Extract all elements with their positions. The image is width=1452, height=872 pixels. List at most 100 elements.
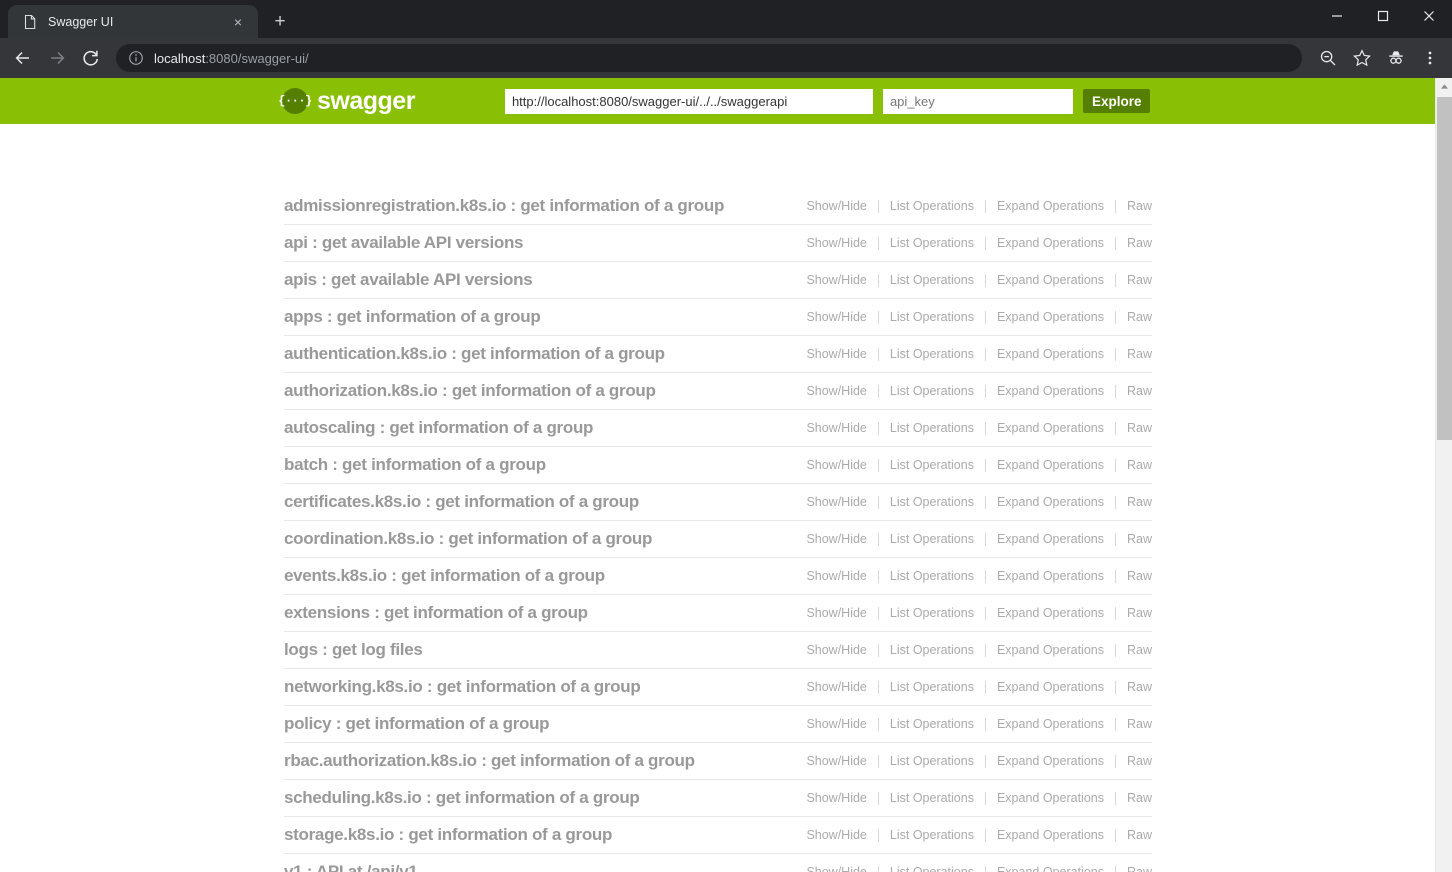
show-hide-link[interactable]: Show/Hide: [795, 421, 877, 435]
show-hide-link[interactable]: Show/Hide: [795, 384, 877, 398]
close-icon[interactable]: ×: [228, 12, 248, 32]
resource-title-link[interactable]: storage.k8s.io : get information of a gr…: [284, 825, 612, 845]
resource-title-link[interactable]: events.k8s.io : get information of a gro…: [284, 566, 605, 586]
raw-link[interactable]: Raw: [1116, 421, 1152, 435]
raw-link[interactable]: Raw: [1116, 828, 1152, 842]
raw-link[interactable]: Raw: [1116, 754, 1152, 768]
raw-link[interactable]: Raw: [1116, 199, 1152, 213]
show-hide-link[interactable]: Show/Hide: [795, 347, 877, 361]
raw-link[interactable]: Raw: [1116, 643, 1152, 657]
expand-operations-link[interactable]: Expand Operations: [986, 273, 1115, 287]
raw-link[interactable]: Raw: [1116, 495, 1152, 509]
list-operations-link[interactable]: List Operations: [879, 236, 985, 250]
list-operations-link[interactable]: List Operations: [879, 606, 985, 620]
resource-title-link[interactable]: authentication.k8s.io : get information …: [284, 344, 665, 364]
resource-title-link[interactable]: autoscaling : get information of a group: [284, 418, 593, 438]
minimize-icon[interactable]: [1314, 0, 1360, 32]
expand-operations-link[interactable]: Expand Operations: [986, 754, 1115, 768]
show-hide-link[interactable]: Show/Hide: [795, 458, 877, 472]
expand-operations-link[interactable]: Expand Operations: [986, 828, 1115, 842]
raw-link[interactable]: Raw: [1116, 717, 1152, 731]
raw-link[interactable]: Raw: [1116, 236, 1152, 250]
list-operations-link[interactable]: List Operations: [879, 791, 985, 805]
address-bar[interactable]: localhost:8080/swagger-ui/: [116, 44, 1302, 72]
expand-operations-link[interactable]: Expand Operations: [986, 495, 1115, 509]
maximize-icon[interactable]: [1360, 0, 1406, 32]
show-hide-link[interactable]: Show/Hide: [795, 495, 877, 509]
page-scrollbar[interactable]: [1435, 78, 1452, 872]
resource-title-link[interactable]: api : get available API versions: [284, 233, 524, 253]
raw-link[interactable]: Raw: [1116, 865, 1152, 872]
expand-operations-link[interactable]: Expand Operations: [986, 236, 1115, 250]
list-operations-link[interactable]: List Operations: [879, 273, 985, 287]
resource-title-link[interactable]: policy : get information of a group: [284, 714, 550, 734]
show-hide-link[interactable]: Show/Hide: [795, 199, 877, 213]
list-operations-link[interactable]: List Operations: [879, 569, 985, 583]
resource-title-link[interactable]: batch : get information of a group: [284, 455, 546, 475]
show-hide-link[interactable]: Show/Hide: [795, 865, 877, 872]
show-hide-link[interactable]: Show/Hide: [795, 310, 877, 324]
show-hide-link[interactable]: Show/Hide: [795, 680, 877, 694]
expand-operations-link[interactable]: Expand Operations: [986, 569, 1115, 583]
raw-link[interactable]: Raw: [1116, 310, 1152, 324]
expand-operations-link[interactable]: Expand Operations: [986, 532, 1115, 546]
resource-title-link[interactable]: logs : get log files: [284, 640, 423, 660]
expand-operations-link[interactable]: Expand Operations: [986, 606, 1115, 620]
reload-icon[interactable]: [76, 43, 106, 73]
overflow-menu-icon[interactable]: [1416, 44, 1444, 72]
api-key-input[interactable]: [882, 88, 1073, 114]
forward-icon[interactable]: [42, 43, 72, 73]
scrollbar-thumb[interactable]: [1437, 97, 1452, 440]
list-operations-link[interactable]: List Operations: [879, 310, 985, 324]
expand-operations-link[interactable]: Expand Operations: [986, 717, 1115, 731]
search-icon[interactable]: [1314, 44, 1342, 72]
expand-operations-link[interactable]: Expand Operations: [986, 421, 1115, 435]
expand-operations-link[interactable]: Expand Operations: [986, 347, 1115, 361]
resource-title-link[interactable]: networking.k8s.io : get information of a…: [284, 677, 641, 697]
browser-tab-swagger-ui[interactable]: Swagger UI ×: [8, 5, 258, 38]
resource-title-link[interactable]: certificates.k8s.io : get information of…: [284, 492, 639, 512]
raw-link[interactable]: Raw: [1116, 347, 1152, 361]
expand-operations-link[interactable]: Expand Operations: [986, 199, 1115, 213]
show-hide-link[interactable]: Show/Hide: [795, 606, 877, 620]
resource-title-link[interactable]: apps : get information of a group: [284, 307, 541, 327]
list-operations-link[interactable]: List Operations: [879, 717, 985, 731]
expand-operations-link[interactable]: Expand Operations: [986, 458, 1115, 472]
raw-link[interactable]: Raw: [1116, 384, 1152, 398]
list-operations-link[interactable]: List Operations: [879, 532, 985, 546]
resource-title-link[interactable]: extensions : get information of a group: [284, 603, 588, 623]
show-hide-link[interactable]: Show/Hide: [795, 643, 877, 657]
expand-operations-link[interactable]: Expand Operations: [986, 310, 1115, 324]
window-close-icon[interactable]: [1406, 0, 1452, 32]
resource-title-link[interactable]: admissionregistration.k8s.io : get infor…: [284, 196, 724, 216]
show-hide-link[interactable]: Show/Hide: [795, 791, 877, 805]
info-circle-icon[interactable]: [128, 50, 144, 66]
expand-operations-link[interactable]: Expand Operations: [986, 680, 1115, 694]
spec-url-input[interactable]: [504, 88, 873, 114]
show-hide-link[interactable]: Show/Hide: [795, 569, 877, 583]
raw-link[interactable]: Raw: [1116, 532, 1152, 546]
show-hide-link[interactable]: Show/Hide: [795, 717, 877, 731]
list-operations-link[interactable]: List Operations: [879, 754, 985, 768]
expand-operations-link[interactable]: Expand Operations: [986, 865, 1115, 872]
explore-button[interactable]: Explore: [1082, 89, 1151, 113]
scroll-up-arrow-icon[interactable]: [1436, 78, 1452, 95]
resource-title-link[interactable]: apis : get available API versions: [284, 270, 533, 290]
raw-link[interactable]: Raw: [1116, 569, 1152, 583]
show-hide-link[interactable]: Show/Hide: [795, 532, 877, 546]
resource-title-link[interactable]: v1 : API at /api/v1: [284, 862, 418, 872]
list-operations-link[interactable]: List Operations: [879, 458, 985, 472]
resource-title-link[interactable]: authorization.k8s.io : get information o…: [284, 381, 656, 401]
resource-title-link[interactable]: coordination.k8s.io : get information of…: [284, 529, 652, 549]
list-operations-link[interactable]: List Operations: [879, 347, 985, 361]
show-hide-link[interactable]: Show/Hide: [795, 236, 877, 250]
list-operations-link[interactable]: List Operations: [879, 199, 985, 213]
incognito-icon[interactable]: [1382, 44, 1410, 72]
list-operations-link[interactable]: List Operations: [879, 643, 985, 657]
expand-operations-link[interactable]: Expand Operations: [986, 643, 1115, 657]
list-operations-link[interactable]: List Operations: [879, 680, 985, 694]
list-operations-link[interactable]: List Operations: [879, 828, 985, 842]
swagger-logo[interactable]: {···} swagger: [278, 87, 415, 116]
show-hide-link[interactable]: Show/Hide: [795, 754, 877, 768]
show-hide-link[interactable]: Show/Hide: [795, 828, 877, 842]
